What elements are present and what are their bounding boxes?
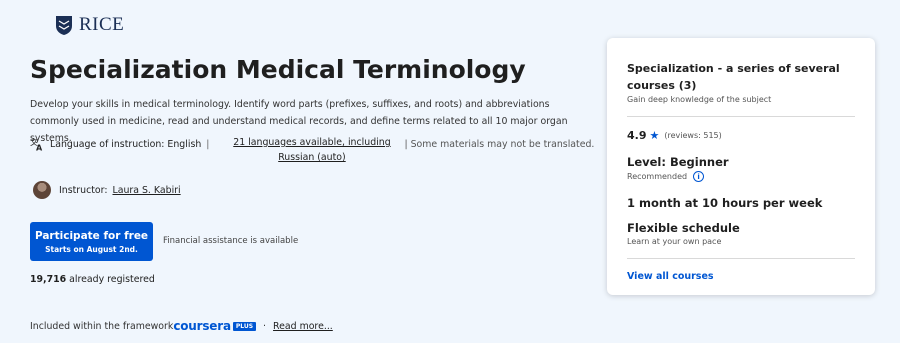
instructor-label: Instructor: bbox=[59, 184, 108, 196]
star-icon: ★ bbox=[649, 129, 660, 142]
dot-separator: · bbox=[263, 320, 267, 332]
coursera-logo: coursera bbox=[173, 319, 231, 333]
instructor-row: Instructor: Laura S. Kabiri bbox=[33, 181, 181, 199]
registered-count: 19,716 already registered bbox=[30, 274, 155, 285]
registered-label: already registered bbox=[69, 274, 155, 285]
card-subheading: Gain deep knowledge of the subject bbox=[627, 95, 772, 104]
info-icon[interactable]: i bbox=[693, 171, 705, 182]
level-label: Level: Beginner bbox=[627, 155, 729, 169]
view-all-courses-link[interactable]: View all courses bbox=[627, 271, 855, 282]
included-row: Included within the framework coursera P… bbox=[30, 319, 333, 333]
participate-button[interactable]: Participate for free Starts on August 2n… bbox=[30, 222, 153, 261]
logo-text: RICE bbox=[79, 14, 125, 35]
card-heading: Specialization - a series of several cou… bbox=[627, 62, 840, 92]
schedule-sub: Learn at your own pace bbox=[627, 237, 722, 246]
start-date-label: Starts on August 2nd. bbox=[45, 244, 138, 254]
rating-value: 4.9 bbox=[627, 129, 647, 142]
svg-text:A: A bbox=[36, 144, 43, 152]
separator: | bbox=[206, 139, 210, 150]
rice-logo[interactable]: RICE bbox=[55, 14, 124, 36]
languages-link[interactable]: 21 languages available, including Russia… bbox=[219, 135, 404, 165]
translation-note: | Some materials may not be translated. bbox=[404, 139, 595, 150]
recommended-row: Recommended i bbox=[627, 171, 855, 182]
rating-row: 4.9 ★ (reviews: 515) bbox=[627, 129, 855, 142]
duration-label: 1 month at 10 hours per week bbox=[627, 196, 823, 210]
page-title: Specialization Medical Terminology bbox=[30, 55, 526, 84]
language-row: 文 A Language of instruction: English | 2… bbox=[30, 135, 594, 165]
language-label: Language of instruction: English bbox=[50, 139, 202, 150]
registered-number: 19,716 bbox=[30, 274, 67, 285]
translate-icon: 文 A bbox=[30, 137, 43, 152]
avatar[interactable] bbox=[33, 181, 51, 199]
shield-owl-icon bbox=[56, 15, 72, 35]
included-label: Included within the framework bbox=[30, 320, 174, 332]
participate-button-label: Participate for free bbox=[34, 229, 149, 242]
instructor-name-link[interactable]: Laura S. Kabiri bbox=[112, 185, 180, 196]
recommended-label: Recommended bbox=[627, 172, 688, 181]
divider bbox=[627, 116, 855, 117]
plus-badge: PLUS bbox=[232, 321, 257, 331]
read-more-link[interactable]: Read more... bbox=[273, 321, 333, 332]
reviews-count: (reviews: 515) bbox=[664, 131, 722, 140]
financial-aid-note: Financial assistance is available bbox=[163, 236, 299, 246]
divider bbox=[627, 258, 855, 259]
specialization-card: Specialization - a series of several cou… bbox=[607, 38, 875, 295]
schedule-label: Flexible schedule bbox=[627, 221, 740, 235]
